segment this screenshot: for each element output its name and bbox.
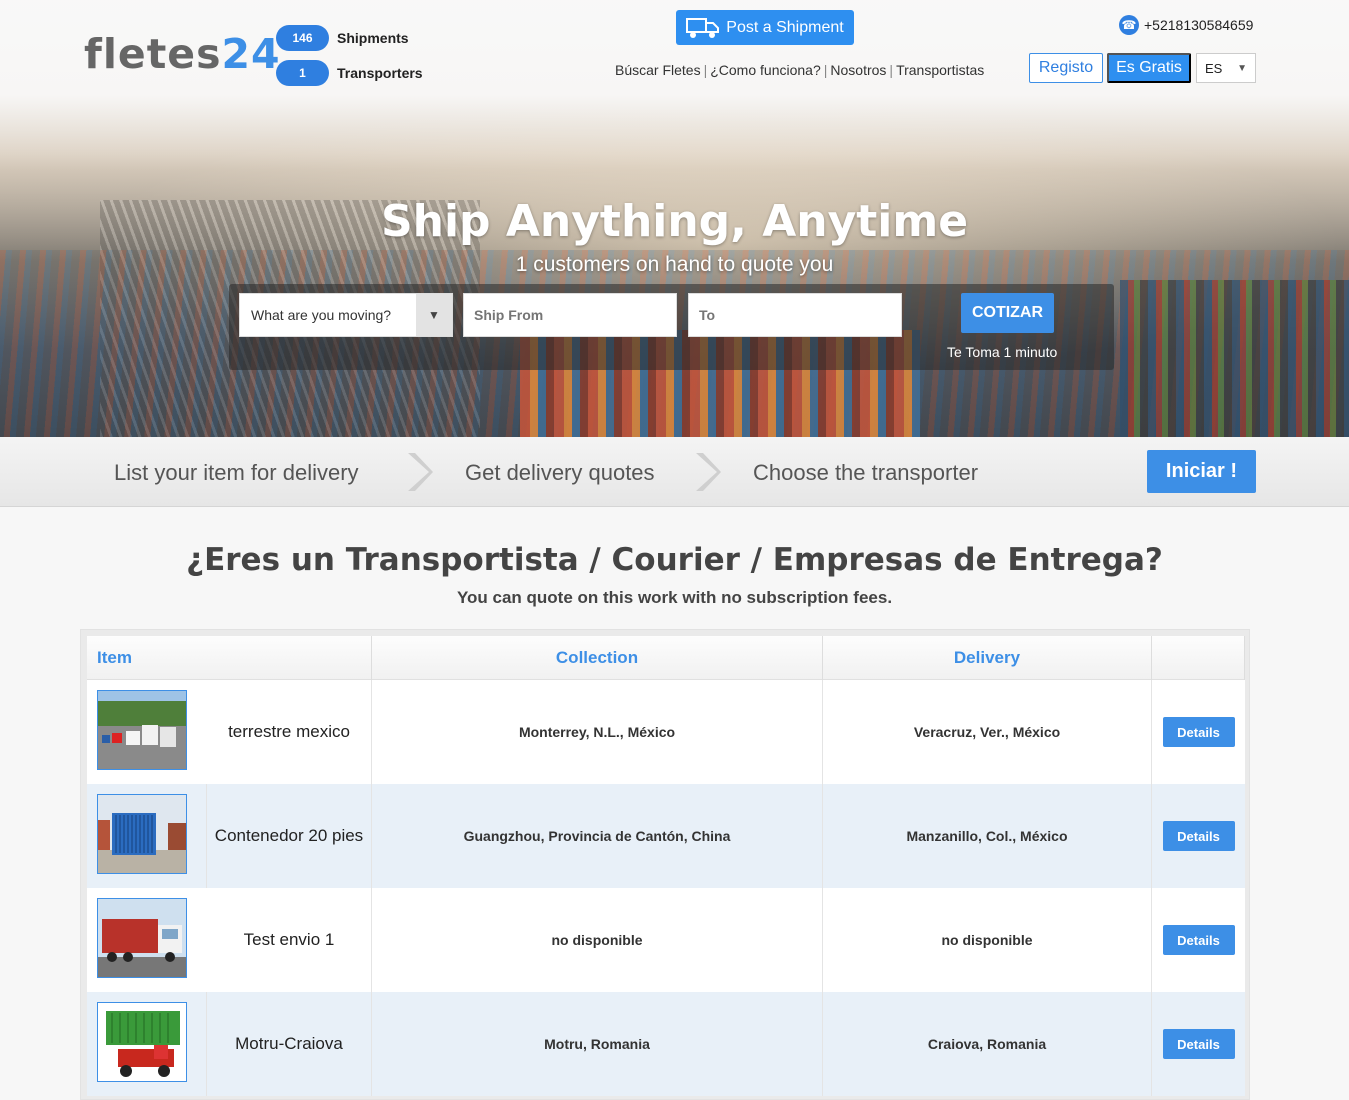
delivery-location: Craiova, Romania [823, 992, 1152, 1096]
item-type-select[interactable]: What are you moving? ▼ [239, 293, 453, 337]
item-thumbnail-container[interactable] [97, 794, 187, 874]
delivery-location: Manzanillo, Col., México [823, 784, 1152, 888]
hero-photo-containers-right [1120, 280, 1349, 437]
shipments-table: Item Collection Delivery terrestre mexic… [80, 629, 1250, 1100]
trucks-photo-icon [98, 691, 186, 769]
nav-como-funciona[interactable]: ¿Como funciona? [710, 62, 821, 78]
main-nav: Búscar Fletes | ¿Como funciona? | Nosotros… [615, 62, 984, 78]
chevron-right-icon [408, 453, 433, 491]
post-shipment-button[interactable]: Post a Shipment [676, 10, 854, 45]
item-thumbnail-truck[interactable] [97, 898, 187, 978]
table-row: terrestre mexico Monterrey, N.L., México… [87, 680, 1245, 784]
cell-divider [197, 992, 207, 1096]
item-name: Test envio 1 [207, 888, 372, 992]
language-select[interactable]: ES ▼ [1196, 53, 1256, 83]
actions-cell: Details [1152, 680, 1245, 784]
transporters-count-badge: 1 [276, 60, 329, 86]
register-button[interactable]: Registo [1029, 53, 1103, 83]
transporters-label: Transporters [337, 65, 423, 81]
table-row: Test envio 1 no disponible no disponible… [87, 888, 1245, 992]
time-hint: Te Toma 1 minuto [947, 344, 1058, 360]
site-logo[interactable]: fletes24 [84, 30, 281, 78]
step-choose-transporter: Choose the transporter [753, 460, 979, 485]
cell-divider [197, 784, 207, 888]
free-signup-button[interactable]: Es Gratis [1107, 53, 1191, 83]
column-header-actions [1152, 636, 1245, 680]
column-header-delivery: Delivery [823, 636, 1152, 680]
item-name: Contenedor 20 pies [207, 784, 372, 888]
details-button[interactable]: Details [1162, 1029, 1235, 1059]
container-loader-photo-icon [98, 1003, 186, 1081]
shipments-count-badge: 146 [276, 25, 329, 51]
collection-location: Guangzhou, Provincia de Cantón, China [372, 784, 823, 888]
actions-cell: Details [1152, 888, 1245, 992]
truck-icon [686, 17, 720, 38]
chevron-right-icon [696, 453, 721, 491]
item-type-value: What are you moving? [251, 307, 392, 323]
delivery-location: no disponible [823, 888, 1152, 992]
actions-cell: Details [1152, 992, 1245, 1096]
details-button[interactable]: Details [1162, 821, 1235, 851]
column-header-collection: Collection [372, 636, 823, 680]
phone-number: +5218130584659 [1144, 17, 1254, 33]
collection-location: no disponible [372, 888, 823, 992]
logo-text-24: 24 [221, 30, 281, 78]
collection-location: Monterrey, N.L., México [372, 680, 823, 784]
section-subtitle: You can quote on this work with no subsc… [456, 588, 893, 607]
item-thumbnail-container-loader[interactable] [97, 1002, 187, 1082]
shipments-label: Shipments [337, 30, 409, 46]
details-button[interactable]: Details [1162, 925, 1235, 955]
nav-separator: | [703, 62, 708, 78]
caret-down-icon: ▼ [1237, 62, 1247, 74]
phone-icon: ☎ [1119, 15, 1139, 35]
caret-down-icon: ▼ [416, 294, 452, 336]
collection-location: Motru, Romania [372, 992, 823, 1096]
logo-text-fletes: fletes [84, 30, 222, 78]
item-name: Motru-Craiova [207, 992, 372, 1096]
truck-photo-icon [98, 899, 186, 977]
details-button[interactable]: Details [1162, 717, 1235, 747]
phone-contact[interactable]: ☎ +5218130584659 [1119, 15, 1253, 35]
start-button[interactable]: Iniciar ! [1147, 450, 1256, 493]
nav-separator: | [823, 62, 828, 78]
delivery-location: Veracruz, Ver., México [823, 680, 1152, 784]
transporters-stat: 1 Transporters [276, 60, 423, 86]
ship-from-input[interactable] [463, 293, 677, 337]
language-value: ES [1205, 60, 1223, 76]
item-name: terrestre mexico [207, 680, 372, 784]
column-header-item: Item [87, 636, 372, 680]
nav-nosotros[interactable]: Nosotros [830, 62, 886, 78]
item-thumbnail-trucks[interactable] [97, 690, 187, 770]
nav-transportistas[interactable]: Transportistas [896, 62, 984, 78]
step-list-item: List your item for delivery [114, 460, 359, 485]
post-shipment-label: Post a Shipment [726, 18, 844, 36]
table-row: Contenedor 20 pies Guangzhou, Provincia … [87, 784, 1245, 888]
step-get-quotes: Get delivery quotes [465, 460, 655, 485]
shipments-stat: 146 Shipments [276, 25, 409, 51]
hero-subtitle: 1 customers on hand to quote you [515, 253, 834, 276]
nav-separator: | [889, 62, 894, 78]
nav-buscar-fletes[interactable]: Búscar Fletes [615, 62, 701, 78]
section-title: ¿Eres un Transportista / Courier / Empre… [186, 542, 1163, 578]
container-photo-icon [98, 795, 186, 873]
hero-title: Ship Anything, Anytime [380, 196, 969, 247]
table-header: Item Collection Delivery [87, 636, 1245, 680]
cotizar-button[interactable]: COTIZAR [961, 293, 1054, 333]
ship-to-input[interactable] [688, 293, 902, 337]
actions-cell: Details [1152, 784, 1245, 888]
table-row: Motru-Craiova Motru, Romania Craiova, Ro… [87, 992, 1245, 1096]
